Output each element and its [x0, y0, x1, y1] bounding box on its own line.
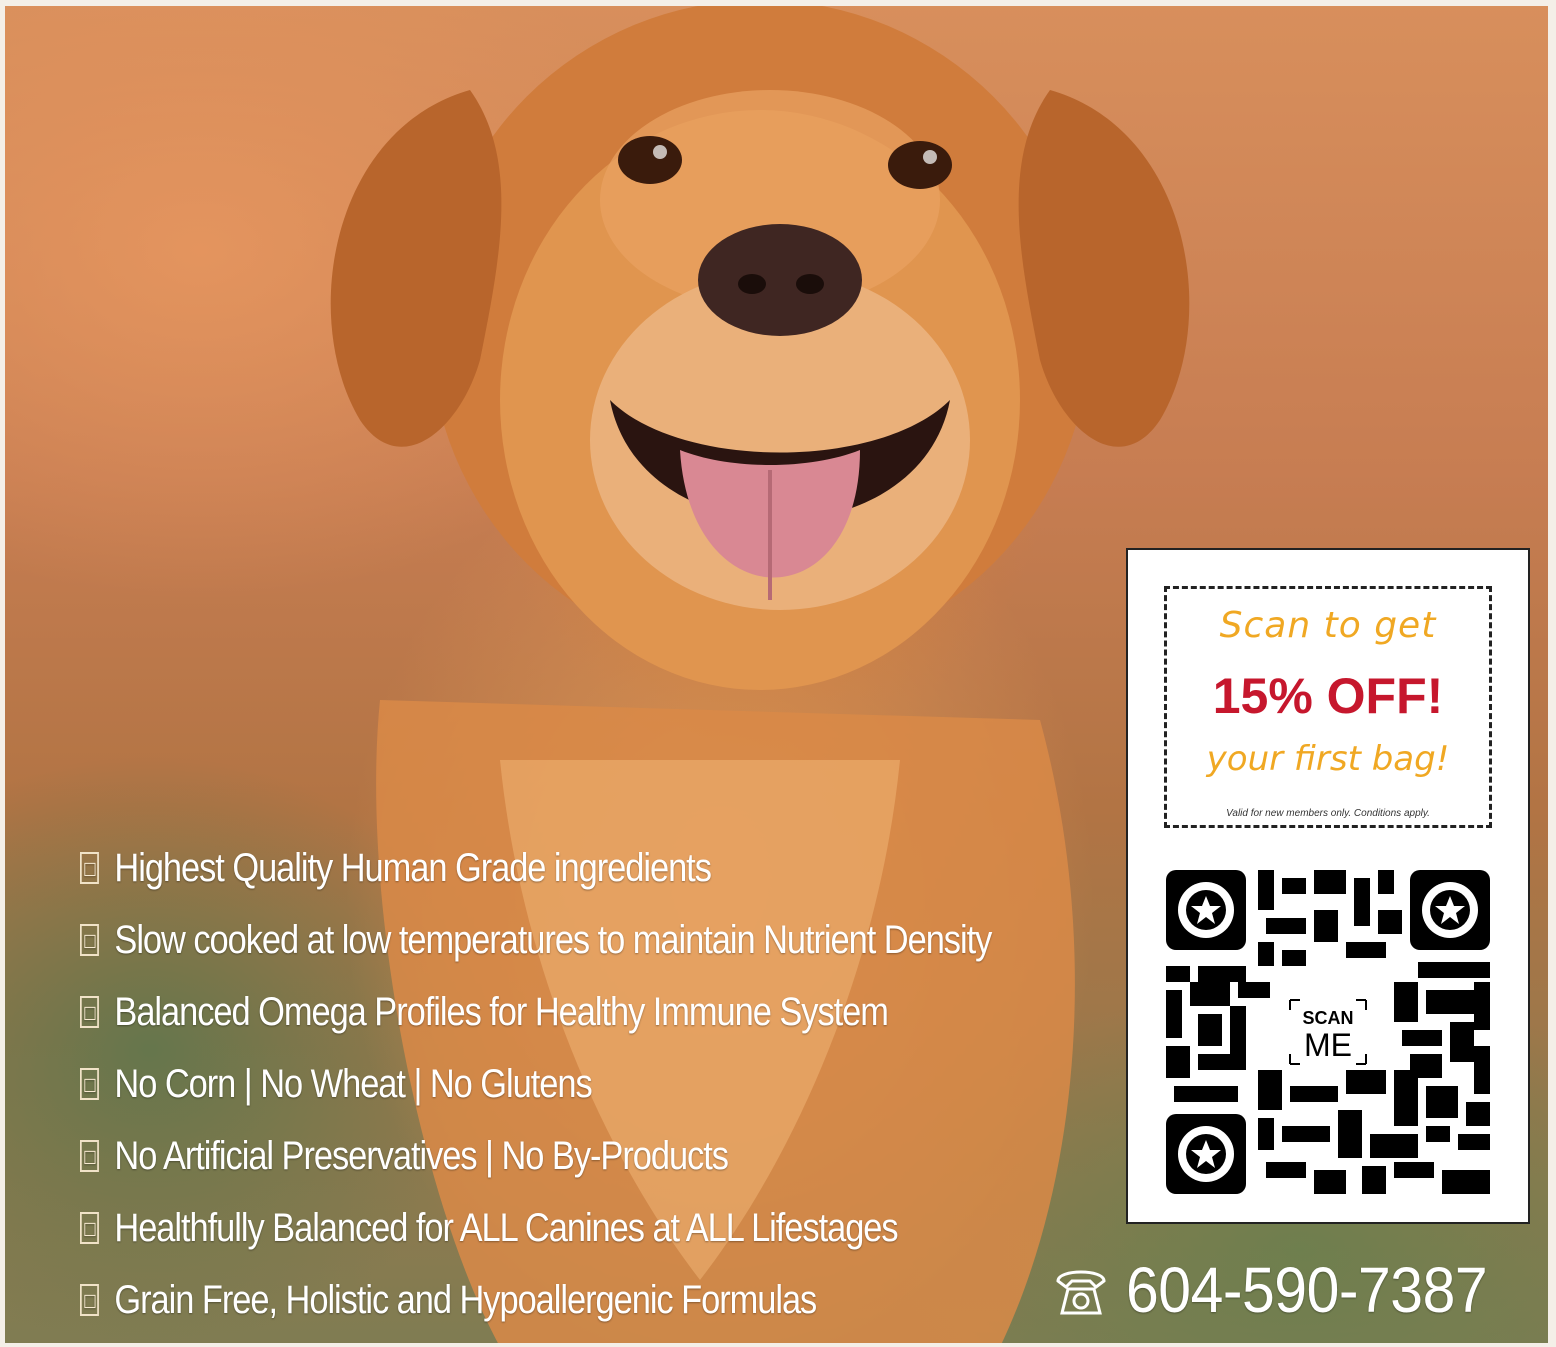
qr-finder-top-left: [1166, 870, 1246, 950]
checkbox-icon: ☐: [80, 1212, 99, 1244]
advertisement: ☐ Highest Quality Human Grade ingredients…: [0, 0, 1556, 1347]
feature-text: Healthfully Balanced for ALL Canines at …: [114, 1205, 898, 1250]
checkbox-icon: ☐: [80, 924, 99, 956]
fine-print: Valid for new members only. Conditions a…: [1226, 808, 1430, 819]
phone-contact[interactable]: 604-590-7387: [1050, 1250, 1519, 1330]
checkbox-icon: ☐: [80, 1284, 99, 1316]
checkbox-icon: ☐: [80, 1140, 99, 1172]
promo-line-3: your first bag!: [1206, 739, 1450, 779]
feature-item: ☐ Highest Quality Human Grade ingredients: [80, 832, 991, 904]
feature-text: Balanced Omega Profiles for Healthy Immu…: [114, 989, 889, 1034]
qr-me-label: ME: [1304, 1027, 1352, 1063]
feature-item: ☐ Slow cooked at low temperatures to main…: [80, 904, 992, 976]
discount-headline: 15% OFF!: [1212, 668, 1444, 724]
phone-number[interactable]: 604-590-7387: [1126, 1253, 1488, 1327]
checkbox-icon: ☐: [80, 996, 99, 1028]
checkbox-icon: ☐: [80, 852, 99, 884]
coupon-box: Scan to get 15% OFF! your first bag! Val…: [1164, 586, 1492, 828]
right-border: [1548, 0, 1556, 1347]
feature-text: Highest Quality Human Grade ingredients: [114, 845, 712, 890]
feature-item: ☐ Healthfully Balanced for ALL Canines at…: [80, 1192, 991, 1264]
feature-list: ☐ Highest Quality Human Grade ingredients…: [80, 832, 1140, 1336]
feature-item: ☐ Balanced Omega Profiles for Healthy Imm…: [80, 976, 991, 1048]
feature-item: ☐ No Artificial Preservatives | No By-Pro…: [80, 1120, 991, 1192]
qr-finder-bottom-left: [1166, 1114, 1246, 1194]
feature-text: No Corn | No Wheat | No Glutens: [114, 1061, 592, 1106]
feature-item: ☐ No Corn | No Wheat | No Glutens: [80, 1048, 991, 1120]
left-border: [0, 0, 5, 1347]
qr-finder-top-right: [1410, 870, 1490, 950]
qr-scan-label: SCAN: [1302, 1008, 1353, 1028]
feature-text: No Artificial Preservatives | No By-Prod…: [114, 1133, 729, 1178]
promo-card: Scan to get 15% OFF! your first bag! Val…: [1126, 548, 1530, 1224]
feature-item: ☐ Grain Free, Holistic and Hypoallergenic…: [80, 1264, 991, 1336]
telephone-icon: [1056, 1270, 1106, 1315]
qr-code[interactable]: SCAN ME: [1166, 870, 1490, 1194]
feature-text: Slow cooked at low temperatures to maint…: [114, 917, 992, 962]
promo-line-1: Scan to get: [1219, 605, 1437, 646]
feature-text: Grain Free, Holistic and Hypoallergenic …: [114, 1277, 817, 1322]
checkbox-icon: ☐: [80, 1068, 99, 1100]
top-border: [0, 0, 1556, 6]
bottom-border: [0, 1343, 1556, 1347]
